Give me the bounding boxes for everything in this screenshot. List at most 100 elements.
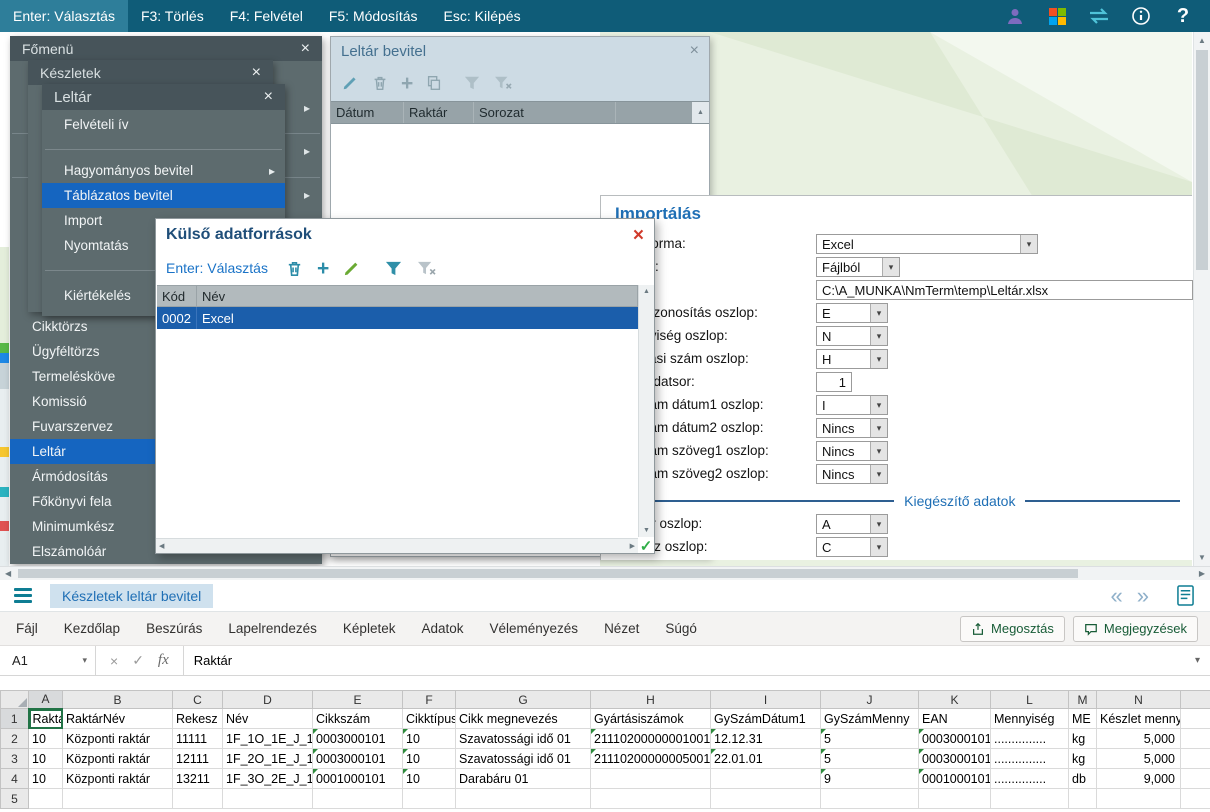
filter-icon[interactable] [463,75,481,91]
menu-enter-valasztas[interactable]: Enter: Választás [0,0,128,32]
cell[interactable] [403,789,456,809]
row-header-5[interactable]: 5 [1,789,29,809]
edit-icon[interactable] [342,259,361,278]
close-icon[interactable]: × [633,226,644,245]
adat-forma-dropdown[interactable]: Excel ▾ [816,234,1038,254]
col-header-D[interactable]: D [223,691,313,709]
scroll-right-icon[interactable]: ▶ [1199,569,1205,578]
comments-button[interactable]: Megjegyzések [1073,616,1198,642]
cell[interactable]: Rekesz [173,709,223,729]
cell[interactable]: Készlet menny. [1097,709,1181,729]
cell[interactable]: GySzámDátum1 [711,709,821,729]
cell[interactable]: 0001000101 [919,769,991,789]
gyszam-datum1-dropdown[interactable]: I ▾ [816,395,888,415]
formula-bar-expand-icon[interactable]: ▾ [1195,655,1210,666]
cell[interactable]: 5 [821,749,919,769]
cell[interactable]: 5,000 [1097,749,1181,769]
ribbon-tab-kezdolap[interactable]: Kezdőlap [64,621,120,636]
col-header-I[interactable]: I [711,691,821,709]
delete-icon[interactable] [371,74,389,92]
cell[interactable] [456,789,591,809]
forras-dropdown[interactable]: Fájlból ▾ [816,257,900,277]
tabs-next-button[interactable]: » [1137,583,1149,609]
cell[interactable]: ............... [991,729,1069,749]
column-kod[interactable]: Kód [157,286,197,306]
ribbon-tab-nezet[interactable]: Nézet [604,621,639,636]
confirm-entry-icon[interactable]: ✓ [132,652,144,669]
cell[interactable]: Cikk megnevezés [456,709,591,729]
cell[interactable] [919,789,991,809]
share-button[interactable]: Megosztás [960,616,1065,642]
cell[interactable]: 1F_3O_2E_J_1C [223,769,313,789]
cell[interactable]: Név [223,709,313,729]
cell[interactable]: kg [1069,729,1097,749]
ribbon-tab-lapelrendezes[interactable]: Lapelrendezés [228,621,317,636]
apps-grid-icon[interactable] [1046,5,1068,27]
add-icon[interactable]: + [401,73,413,94]
mennyiseg-oszlop-dropdown[interactable]: N ▾ [816,326,888,346]
main-vertical-scrollbar[interactable]: ▲ ▼ [1193,32,1210,566]
kulso-horizontal-scrollbar[interactable]: ◀ ▶ [156,538,638,553]
menu-esc-kilepes[interactable]: Esc: Kilépés [431,0,534,32]
cell[interactable]: 5 [821,729,919,749]
delete-icon[interactable] [285,259,304,278]
cell[interactable]: 11111 [173,729,223,749]
cell[interactable]: Szavatossági idő 01 [456,729,591,749]
cell[interactable]: 21110200000005001 [591,749,711,769]
cell[interactable]: ME [1069,709,1097,729]
cell[interactable]: 13211 [173,769,223,789]
cell[interactable]: 9 [821,769,919,789]
cell[interactable]: Mennyiség [991,709,1069,729]
cell[interactable]: 10 [403,749,456,769]
cell[interactable]: GySzámMenny [821,709,919,729]
cell[interactable]: 9,000 [1097,769,1181,789]
cikk-azonositas-dropdown[interactable]: E ▾ [816,303,888,323]
cell[interactable] [591,789,711,809]
cell[interactable]: RaktárNév [63,709,173,729]
cell[interactable]: 22.01.01 [711,749,821,769]
cell[interactable]: kg [1069,749,1097,769]
cell[interactable]: 10 [403,769,456,789]
cell[interactable]: Szavatossági idő 01 [456,749,591,769]
column-raktar[interactable]: Raktár [404,102,474,123]
cell[interactable]: 10 [403,729,456,749]
leltar-item-felveteli-iv[interactable]: Felvételi ív [42,112,285,137]
cell[interactable] [711,789,821,809]
row-header-4[interactable]: 4 [1,769,29,789]
name-box[interactable]: A1 ▾ [0,646,96,675]
cell[interactable]: Darabáru 01 [456,769,591,789]
col-header-E[interactable]: E [313,691,403,709]
document-list-icon[interactable] [1177,585,1194,606]
ribbon-tab-velemenyezes[interactable]: Véleményezés [490,621,579,636]
select-all-corner[interactable] [1,691,29,709]
filter-icon[interactable] [384,260,403,277]
edit-icon[interactable] [341,74,359,92]
cell[interactable] [711,769,821,789]
col-header-K[interactable]: K [919,691,991,709]
cell[interactable]: Cikkszám [313,709,403,729]
scroll-right-icon[interactable]: ▶ [630,543,635,550]
help-icon[interactable]: ? [1172,5,1194,27]
row-header-3[interactable]: 3 [1,749,29,769]
cell[interactable]: EAN [919,709,991,729]
row-header-1[interactable]: 1 [1,709,29,729]
cell[interactable]: 0003000101 [313,749,403,769]
cell[interactable]: Gyártásiszámok [591,709,711,729]
cell[interactable] [63,789,173,809]
cell[interactable]: 1F_1O_1E_J_1C [223,729,313,749]
column-sorozat[interactable]: Sorozat [474,102,616,123]
cell[interactable]: ............... [991,749,1069,769]
scroll-up-icon[interactable]: ▲ [1194,36,1210,45]
close-icon[interactable]: × [264,89,273,105]
cell[interactable]: 5,000 [1097,729,1181,749]
cell[interactable] [1069,789,1097,809]
cell[interactable] [223,789,313,809]
cell[interactable]: 0003000101 [919,749,991,769]
gyszam-szoveg1-dropdown[interactable]: Nincs ▾ [816,441,888,461]
filter-clear-icon[interactable] [493,75,513,91]
scroll-up-icon[interactable]: ▲ [643,285,650,295]
copy-icon[interactable] [425,74,443,92]
column-datum[interactable]: Dátum [331,102,404,123]
fajl-input[interactable]: C:\A_MUNKA\NmTerm\temp\Leltár.xlsx [816,280,1193,300]
cell[interactable] [591,769,711,789]
